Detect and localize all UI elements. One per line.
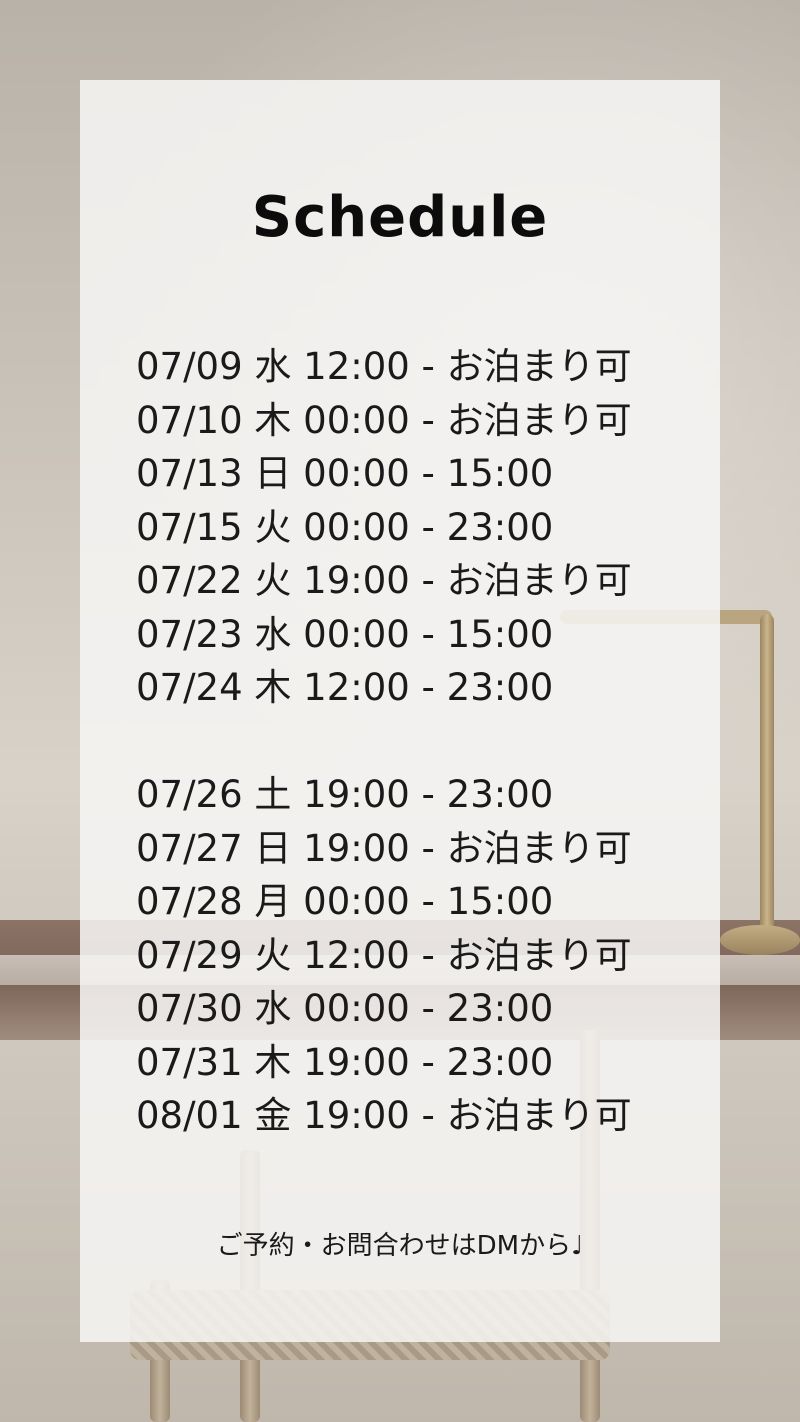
- lamp-pole: [760, 614, 774, 934]
- schedule-row: 07/15 火 00:00 - 23:00: [136, 505, 554, 549]
- schedule-row: 07/13 日 00:00 - 15:00: [136, 452, 554, 495]
- schedule-row: 07/31 木 19:00 - 23:00: [136, 1040, 554, 1084]
- schedule-row: 07/27 日 19:00 - お泊まり可: [136, 826, 632, 870]
- schedule-row: 07/26 土 19:00 - 23:00: [136, 773, 554, 816]
- schedule-row: 07/10 木 00:00 - お泊まり可: [136, 398, 632, 442]
- schedule-row: 07/28 月 00:00 - 15:00: [136, 880, 554, 923]
- schedule-group-spacer: [136, 715, 736, 769]
- schedule-row: 07/30 水 00:00 - 23:00: [136, 987, 554, 1030]
- page-title: Schedule: [251, 185, 549, 250]
- schedule-list: 07/09 水 12:00 - お泊まり可 07/10 木 00:00 - お泊…: [136, 340, 736, 1143]
- schedule-row: 07/22 火 19:00 - お泊まり可: [136, 559, 632, 602]
- schedule-row: 07/09 水 12:00 - お泊まり可: [136, 345, 632, 388]
- contact-note: ご予約・お問合わせはDMから♩: [216, 1231, 584, 1261]
- schedule-row: 07/24 木 12:00 - 23:00: [136, 666, 554, 709]
- schedule-row: 08/01 金 19:00 - お泊まり可: [136, 1094, 632, 1137]
- schedule-row: 07/29 火 12:00 - お泊まり可: [136, 933, 632, 977]
- schedule-row: 07/23 水 00:00 - 15:00: [136, 612, 554, 656]
